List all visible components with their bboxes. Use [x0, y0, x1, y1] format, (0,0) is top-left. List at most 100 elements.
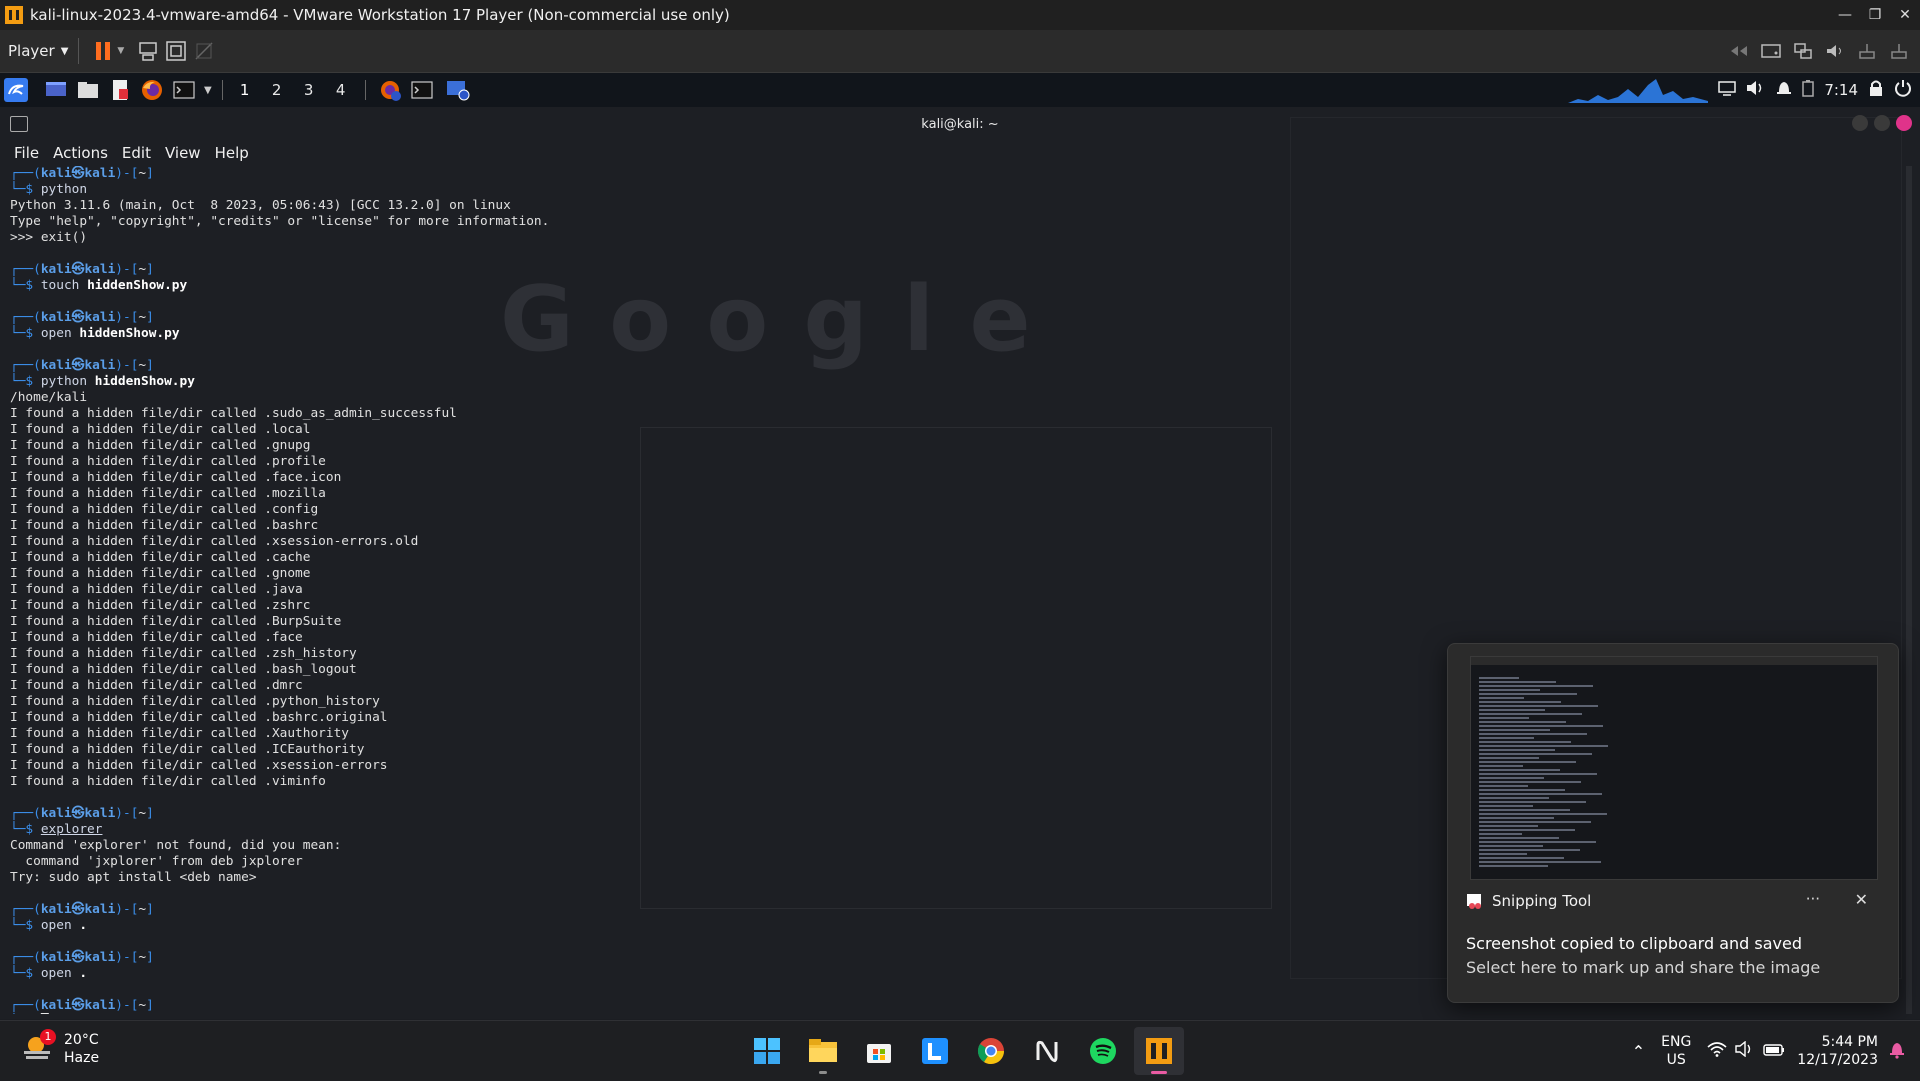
keyboard-monitor-icon: [139, 42, 158, 61]
thumbnail-text-line: [1479, 833, 1522, 835]
close-button[interactable]: [1896, 115, 1912, 131]
weather-widget[interactable]: 1 20°C Haze: [22, 1029, 99, 1067]
thumbnail-text-line: [1479, 745, 1608, 747]
chrome-taskbar-button[interactable]: [966, 1027, 1016, 1075]
workspace-3[interactable]: 3: [293, 81, 325, 99]
menu-edit[interactable]: Edit: [122, 144, 151, 162]
notification-bell-icon[interactable]: [1888, 1039, 1906, 1063]
vmware-taskbar-button[interactable]: [1134, 1027, 1184, 1075]
thumbnail-text-line: [1479, 677, 1519, 679]
thumbnail-text-line: [1479, 701, 1561, 703]
network-icon[interactable]: [1792, 40, 1814, 62]
minimize-button[interactable]: [1852, 115, 1868, 131]
snipping-tool-notification[interactable]: Snipping Tool ··· ✕ Screenshot copied to…: [1447, 643, 1899, 1003]
more-options-button[interactable]: ···: [1806, 890, 1820, 908]
prompt-bracket: )-[: [115, 902, 139, 917]
kali-menu-button[interactable]: [2, 77, 30, 103]
usb-device-icon[interactable]: [1856, 40, 1878, 62]
terminal-scrollbar[interactable]: [1906, 166, 1912, 1014]
power-icon[interactable]: [1894, 79, 1912, 101]
send-ctrl-alt-del-button[interactable]: [134, 37, 162, 65]
chevron-down-icon: ▼: [60, 45, 69, 57]
file-explorer-taskbar-button[interactable]: [798, 1027, 848, 1075]
restore-button[interactable]: ❐: [1860, 0, 1890, 30]
prompt-dollar: └─$: [10, 374, 41, 389]
menu-actions[interactable]: Actions: [53, 144, 108, 162]
spotify-taskbar-button[interactable]: [1078, 1027, 1128, 1075]
notification-close-button[interactable]: ✕: [1855, 890, 1868, 909]
close-button[interactable]: ✕: [1890, 0, 1920, 30]
command-text: open hiddenShow.py: [40, 326, 180, 341]
windows-taskbar: 1 20°C Haze ⌃ ENG US 5:44 PM 12/17/2023: [0, 1020, 1920, 1081]
workspace-1[interactable]: 1: [229, 81, 261, 99]
prompt-dir: ~: [138, 310, 147, 325]
screenshot-thumbnail[interactable]: [1470, 656, 1878, 880]
taskbar-file-manager-window[interactable]: [444, 77, 472, 103]
text-editor-launcher[interactable]: [106, 77, 134, 103]
running-indicator: [1151, 1071, 1167, 1074]
panel-clock[interactable]: 7:14: [1824, 81, 1858, 99]
thumbnail-text-line: [1479, 805, 1533, 807]
battery-icon[interactable]: [1763, 1042, 1785, 1061]
weather-haze-icon: 1: [22, 1029, 56, 1065]
minimize-button[interactable]: —: [1830, 0, 1860, 30]
hard-disk-icon[interactable]: [1760, 40, 1782, 62]
firefox-launcher[interactable]: [138, 77, 166, 103]
prompt-host: kali: [84, 166, 116, 181]
terminal-launcher[interactable]: [170, 77, 198, 103]
prompt-host: kali: [84, 310, 116, 325]
taskbar-terminal-window[interactable]: [408, 77, 436, 103]
show-hidden-icons-chevron-icon[interactable]: ⌃: [1632, 1042, 1645, 1061]
prompt-dir: ~: [138, 166, 147, 181]
battery-icon[interactable]: [1802, 79, 1815, 101]
prompt-user: kali: [40, 262, 72, 277]
display-icon[interactable]: [1718, 80, 1737, 100]
thumbnail-text-line: [1479, 769, 1560, 771]
workspace-4[interactable]: 4: [325, 81, 357, 99]
output-line: I found a hidden file/dir called .gnupg: [10, 438, 311, 453]
menu-view[interactable]: View: [165, 144, 201, 162]
sound-card-icon[interactable]: [1824, 40, 1846, 62]
folder-group-icon: [446, 81, 470, 101]
unity-mode-button[interactable]: [190, 37, 218, 65]
pause-button[interactable]: [89, 37, 117, 65]
terminal-dropdown-icon[interactable]: ▼: [204, 85, 212, 96]
input-language-indicator[interactable]: ENG US: [1661, 1033, 1691, 1069]
prompt-line: ┌──(kali㉿kali)-[~]: [10, 358, 1890, 374]
prompt-bracket: )-[: [115, 998, 139, 1013]
thumbnail-text-line: [1479, 741, 1571, 743]
microsoft-store-taskbar-button[interactable]: [854, 1027, 904, 1075]
file-manager-launcher[interactable]: [74, 77, 102, 103]
menu-help[interactable]: Help: [215, 144, 249, 162]
network-adapter-icon[interactable]: [1728, 40, 1750, 62]
command-text: python hiddenShow.py: [40, 374, 195, 389]
prompt-dollar: └─$: [10, 918, 41, 933]
taskbar-firefox-window[interactable]: [376, 77, 404, 103]
thumbnail-text-line: [1479, 845, 1543, 847]
prompt-bracket: ]: [146, 310, 154, 325]
thumbnail-text-line: [1479, 689, 1540, 691]
thumbnail-text-line: [1479, 709, 1545, 711]
prompt-user: kali: [40, 902, 72, 917]
pause-dropdown-icon[interactable]: ▼: [117, 46, 124, 56]
maximize-button[interactable]: [1874, 115, 1890, 131]
show-desktop-button[interactable]: [42, 77, 70, 103]
player-menu[interactable]: Player ▼: [8, 42, 68, 60]
notion-taskbar-button[interactable]: [1022, 1027, 1072, 1075]
weather-alert-badge: 1: [40, 1029, 56, 1045]
speaker-icon[interactable]: [1735, 1040, 1755, 1061]
l-app-taskbar-button[interactable]: [910, 1027, 960, 1075]
start-button[interactable]: [742, 1027, 792, 1075]
pause-icon: [96, 42, 111, 60]
workspace-2[interactable]: 2: [261, 81, 293, 99]
printer-icon[interactable]: [1888, 40, 1910, 62]
fullscreen-button[interactable]: [162, 37, 190, 65]
wifi-icon[interactable]: [1707, 1041, 1727, 1061]
lock-screen-icon[interactable]: [1868, 79, 1884, 101]
notification-bell-icon[interactable]: [1776, 79, 1792, 101]
volume-icon[interactable]: [1746, 80, 1766, 100]
thumbnail-text-line: [1479, 729, 1550, 731]
menu-file[interactable]: File: [14, 144, 39, 162]
kali-top-panel: ▼ 1 2 3 4 7:14: [0, 73, 1920, 107]
taskbar-clock[interactable]: 5:44 PM 12/17/2023: [1797, 1033, 1878, 1069]
